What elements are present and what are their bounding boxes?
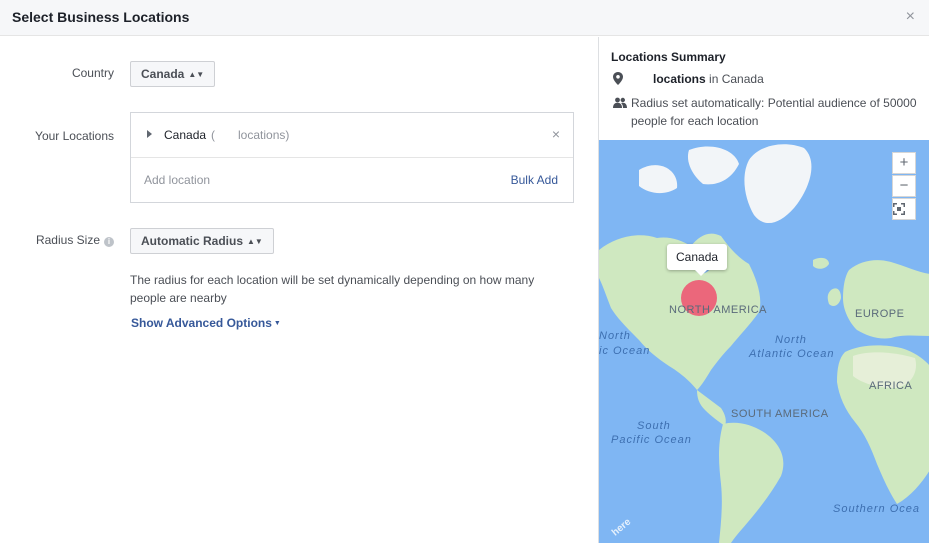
remove-location-icon[interactable]: ×: [552, 126, 560, 142]
radius-select-value: Automatic Radius: [141, 234, 244, 248]
expand-triangle-icon[interactable]: [147, 130, 152, 138]
country-label: Country: [71, 66, 114, 80]
south-pacific-label-1: South: [637, 420, 671, 432]
north-america-label: NORTH AMERICA: [669, 304, 767, 316]
show-advanced-options-link[interactable]: Show Advanced Options ▼: [131, 316, 281, 330]
sort-arrows-icon: ▲▼: [247, 237, 263, 246]
north-pacific-label-1: North: [599, 330, 631, 342]
dialog-title: Select Business Locations: [12, 9, 190, 25]
fullscreen-button[interactable]: [892, 198, 916, 220]
radius-select[interactable]: Automatic Radius ▲▼: [130, 228, 274, 254]
africa-label: AFRICA: [869, 380, 913, 392]
sort-arrows-icon: ▲▼: [188, 70, 205, 79]
location-row[interactable]: Canada ( locations) ×: [131, 113, 573, 158]
add-location-input[interactable]: Add location: [144, 173, 210, 187]
map[interactable]: Canada NORTH AMERICA EUROPE AFRICA SOUTH…: [599, 140, 929, 543]
north-pacific-label-2: ic Ocean: [599, 345, 651, 357]
summary-locations-word: locations: [653, 72, 706, 86]
locations-box: Canada ( locations) × Add location Bulk …: [130, 112, 574, 203]
zoom-in-button[interactable]: +: [892, 152, 916, 174]
north-atlantic-label-2: Atlantic Ocean: [749, 348, 835, 360]
summary-locations-suffix: in Canada: [709, 72, 764, 86]
location-count: locations): [238, 128, 290, 142]
south-america-label: SOUTH AMERICA: [731, 408, 829, 420]
radius-size-label: Radius Size i: [10, 233, 114, 247]
map-landmass: [599, 144, 929, 543]
summary-title: Locations Summary: [611, 50, 726, 64]
north-atlantic-label-1: North: [775, 334, 807, 346]
location-open-paren: (: [211, 128, 215, 142]
fullscreen-icon: [893, 203, 905, 215]
map-pin-icon: [613, 72, 623, 85]
advanced-options-label: Show Advanced Options: [131, 316, 272, 330]
people-icon: [613, 97, 627, 108]
map-tooltip: Canada: [667, 244, 728, 276]
country-select[interactable]: Canada ▲▼: [130, 61, 216, 87]
summary-locations-text: locations in Canada: [653, 72, 764, 86]
dialog-header: Select Business Locations ×: [0, 0, 929, 36]
bulk-add-link[interactable]: Bulk Add: [511, 173, 558, 187]
caret-down-icon: ▼: [273, 320, 281, 327]
south-pacific-label-2: Pacific Ocean: [611, 434, 692, 446]
form-panel: Country Canada ▲▼ Your Locations Canada (…: [0, 37, 598, 543]
location-name: Canada: [164, 128, 207, 142]
zoom-out-button[interactable]: −: [892, 175, 916, 197]
radius-size-text: Radius Size: [35, 233, 100, 247]
close-icon[interactable]: ×: [906, 8, 915, 26]
europe-label: EUROPE: [855, 308, 905, 320]
southern-ocean-label: Southern Ocea: [833, 503, 920, 515]
your-locations-label: Your Locations: [35, 129, 114, 143]
summary-panel: Locations Summary locations in Canada Ra…: [598, 37, 929, 543]
country-select-value: Canada: [141, 67, 185, 81]
radius-description: The radius for each location will be set…: [130, 273, 535, 305]
info-icon[interactable]: i: [104, 237, 114, 247]
summary-radius-text: Radius set automatically: Potential audi…: [631, 96, 917, 128]
